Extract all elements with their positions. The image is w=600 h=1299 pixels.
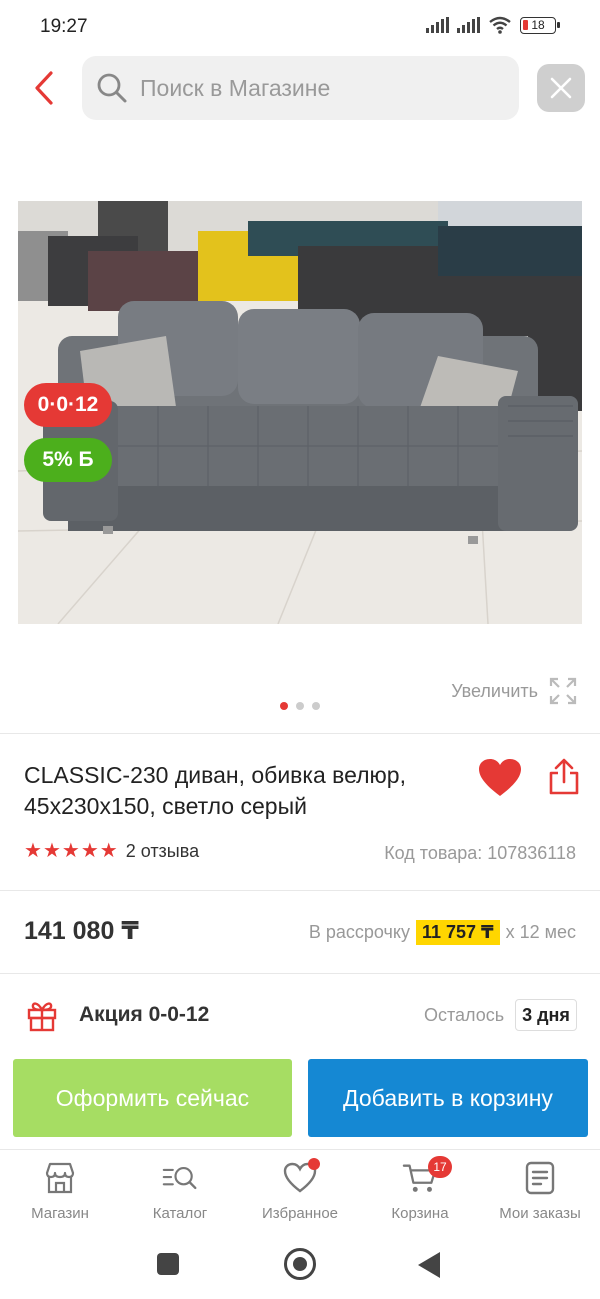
- installment-info[interactable]: В рассрочку 11 757 ₸ х 12 мес: [309, 920, 576, 945]
- cart-count-badge: 17: [428, 1156, 452, 1178]
- installment-suffix: х 12 мес: [505, 922, 576, 942]
- promo-label[interactable]: Акция 0-0-12: [79, 1003, 209, 1027]
- status-icons: 18: [426, 16, 560, 34]
- expand-icon: [549, 677, 577, 705]
- battery-icon: 18: [520, 16, 560, 34]
- home-button[interactable]: [284, 1248, 316, 1280]
- star-icon: ★: [24, 840, 42, 862]
- close-button[interactable]: [537, 64, 585, 112]
- divider: [0, 733, 600, 734]
- gallery-dot[interactable]: [312, 702, 320, 710]
- tab-shop-label: Магазин: [31, 1205, 89, 1222]
- catalog-search-icon: [162, 1160, 198, 1196]
- star-icon: ★: [99, 840, 118, 862]
- bonus-badge: 5% Б: [24, 438, 112, 482]
- status-bar: 19:27 18: [0, 0, 600, 56]
- favorite-button[interactable]: [478, 758, 522, 798]
- bottom-tab-bar: Магазин Каталог Избранное 17 Корзина Мои…: [0, 1149, 600, 1235]
- recent-apps-button[interactable]: [157, 1253, 179, 1275]
- share-button[interactable]: [548, 758, 580, 796]
- divider: [0, 890, 600, 891]
- heart-filled-icon: [479, 759, 521, 796]
- rating-stars: ★ ★ ★ ★ ★: [24, 840, 118, 862]
- days-left-badge: 3 дня: [515, 999, 577, 1031]
- share-icon: [549, 758, 579, 795]
- search-input[interactable]: Поиск в Магазине: [82, 56, 519, 120]
- installment-badge: 0·0·12: [24, 383, 112, 427]
- tab-catalog-label: Каталог: [152, 1205, 208, 1222]
- tab-orders[interactable]: Мои заказы: [480, 1150, 600, 1235]
- chevron-left-icon: [35, 71, 53, 105]
- search-icon: [97, 73, 127, 103]
- gallery-dot[interactable]: [296, 702, 304, 710]
- close-icon: [550, 77, 572, 99]
- reviews-link[interactable]: 2 отзыва: [126, 841, 199, 862]
- top-bar: Поиск в Магазине: [0, 56, 600, 120]
- product-title: CLASSIC-230 диван, обивка велюр, 45х230х…: [24, 762, 406, 819]
- tab-favorites[interactable]: Избранное: [240, 1150, 360, 1235]
- tab-cart-label: Корзина: [391, 1205, 449, 1222]
- tab-catalog[interactable]: Каталог: [120, 1150, 240, 1235]
- tab-cart[interactable]: 17 Корзина: [360, 1150, 480, 1235]
- wifi-icon: [489, 16, 511, 34]
- signal-icon: [457, 17, 480, 33]
- gallery-dots: [280, 702, 320, 710]
- tab-favorites-label: Избранное: [261, 1205, 339, 1222]
- product-sku: Код товара: 107836118: [384, 843, 576, 863]
- tab-shop[interactable]: Магазин: [0, 1150, 120, 1235]
- star-icon: ★: [80, 840, 99, 862]
- gift-icon: [27, 1002, 57, 1032]
- tab-orders-label: Мои заказы: [499, 1205, 581, 1222]
- signal-icon: [426, 17, 449, 33]
- installment-prefix: В рассрочку: [308, 922, 410, 942]
- time-left-label: Осталось: [424, 1005, 505, 1025]
- back-button[interactable]: [26, 68, 62, 108]
- star-icon: ★: [42, 840, 61, 862]
- system-back-button[interactable]: [418, 1252, 440, 1278]
- divider: [0, 973, 600, 974]
- favorites-dot: [308, 1158, 320, 1170]
- product-price: 141 080 ₸: [24, 917, 139, 945]
- star-icon: ★: [61, 840, 80, 862]
- rating-row: ★ ★ ★ ★ ★ 2 отзыва: [24, 840, 199, 862]
- zoom-button[interactable]: Увеличить: [451, 676, 578, 706]
- buy-now-button[interactable]: Оформить сейчас: [13, 1059, 292, 1137]
- installment-amount: 11 757 ₸: [415, 920, 500, 945]
- shop-icon: [42, 1160, 78, 1196]
- status-time: 19:27: [40, 16, 88, 37]
- zoom-label: Увеличить: [451, 680, 538, 701]
- system-nav-bar: [0, 1235, 600, 1299]
- add-to-cart-button[interactable]: Добавить в корзину: [308, 1059, 588, 1137]
- search-placeholder: Поиск в Магазине: [140, 74, 331, 101]
- orders-icon: [522, 1160, 558, 1196]
- gallery-dot[interactable]: [280, 702, 288, 710]
